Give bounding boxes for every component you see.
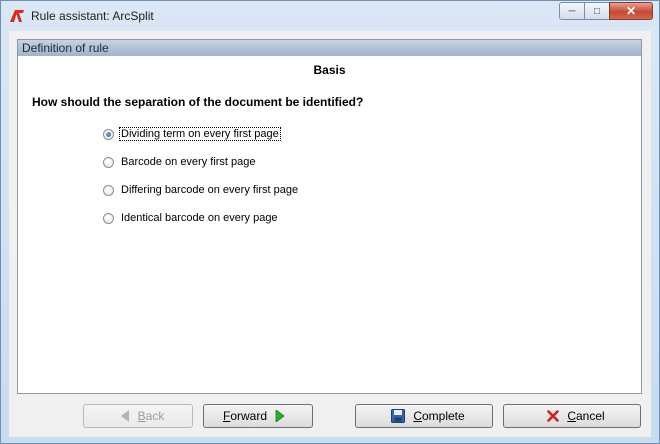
radio-identical-barcode[interactable] — [103, 212, 114, 224]
cancel-button[interactable]: Cancel — [503, 404, 641, 428]
complete-button[interactable]: Complete — [355, 404, 493, 428]
question-text: How should the separation of the documen… — [32, 95, 364, 109]
red-x-icon — [547, 410, 560, 422]
complete-label: Complete — [413, 409, 465, 423]
forward-label: Forward — [222, 409, 268, 423]
option-identical-barcode[interactable]: Identical barcode on every page — [103, 209, 279, 227]
back-button[interactable]: Back — [83, 404, 193, 428]
save-disk-icon — [391, 409, 406, 423]
dialog-body: Definition of rule Basis How should the … — [9, 31, 651, 437]
option-dividing-term[interactable]: Dividing term on every first page — [103, 125, 281, 143]
arrow-right-icon — [275, 410, 285, 422]
close-button[interactable]: ✕ — [609, 2, 653, 20]
radio-differing-barcode[interactable] — [103, 184, 114, 196]
option-label[interactable]: Identical barcode on every page — [120, 212, 279, 224]
title-bar[interactable]: Rule assistant: ArcSplit ─ □ ✕ — [1, 1, 659, 31]
back-label: Back — [137, 409, 165, 423]
window-controls: ─ □ ✕ — [559, 2, 653, 20]
maximize-button[interactable]: □ — [584, 2, 610, 20]
cancel-label: Cancel — [567, 409, 605, 423]
dialog-window: Rule assistant: ArcSplit ─ □ ✕ Definitio… — [0, 0, 660, 444]
radio-dividing-term[interactable] — [103, 128, 114, 140]
option-label[interactable]: Differing barcode on every first page — [120, 184, 299, 196]
option-barcode-first-page[interactable]: Barcode on every first page — [103, 153, 257, 171]
arcsplit-app-icon — [10, 10, 24, 22]
window-title: Rule assistant: ArcSplit — [31, 9, 154, 23]
radio-barcode-first-page[interactable] — [103, 156, 114, 168]
minimize-icon: ─ — [568, 5, 576, 17]
rule-definition-panel: Definition of rule Basis How should the … — [17, 39, 642, 394]
option-differing-barcode[interactable]: Differing barcode on every first page — [103, 181, 299, 199]
close-icon: ✕ — [625, 4, 637, 18]
option-label[interactable]: Dividing term on every first page — [119, 127, 281, 141]
option-label[interactable]: Barcode on every first page — [120, 156, 257, 168]
section-title: Basis — [313, 63, 346, 77]
forward-button[interactable]: Forward — [203, 404, 313, 428]
minimize-button[interactable]: ─ — [559, 2, 585, 20]
arrow-left-icon — [120, 410, 129, 422]
panel-header: Definition of rule — [18, 40, 641, 56]
maximize-icon: □ — [593, 5, 601, 17]
